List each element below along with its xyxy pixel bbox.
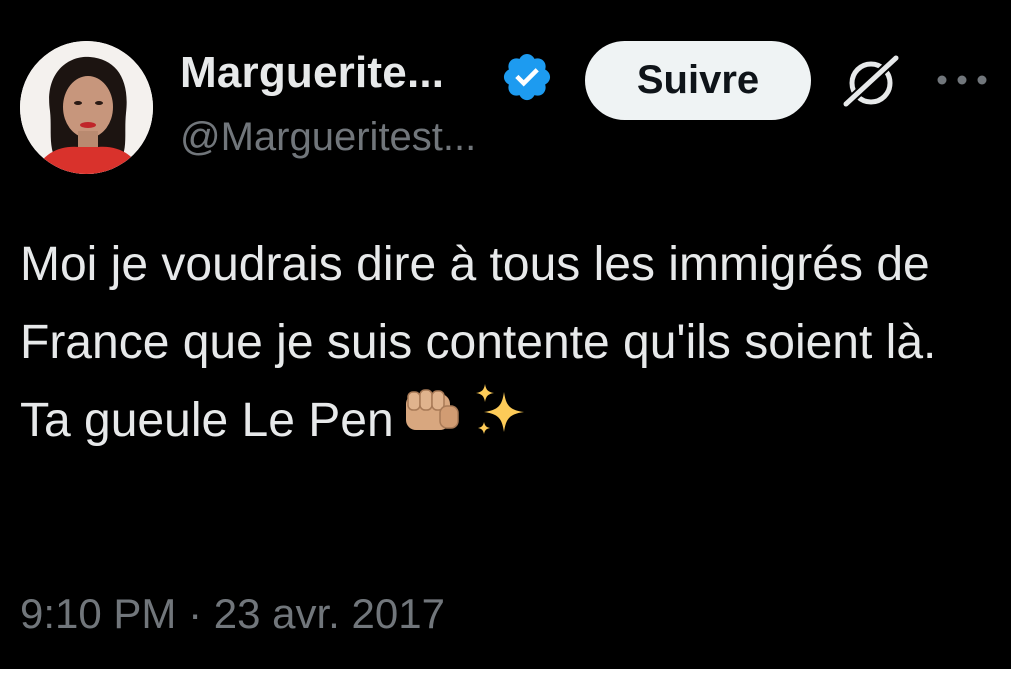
author-display-name[interactable]: Marguerite... [180, 48, 444, 98]
follow-button[interactable]: Suivre [585, 41, 811, 120]
tweet-timestamp[interactable]: 9:10 PM · 23 avr. 2017 [20, 590, 445, 638]
sparkles-emoji-icon [472, 382, 530, 464]
profile-photo-icon [20, 41, 153, 174]
tweet-card: Marguerite... @Margueritest... Suivre Mo… [0, 0, 1011, 669]
tweet-text-container: Moi je voudrais dire à tous les immigrés… [20, 226, 980, 464]
verified-badge-icon[interactable] [500, 50, 554, 104]
author-handle[interactable]: @Margueritest... [180, 115, 476, 160]
fist-emoji-icon [402, 384, 464, 462]
author-avatar[interactable] [20, 41, 153, 174]
grok-icon[interactable] [838, 50, 904, 112]
more-options-icon[interactable] [934, 70, 990, 90]
